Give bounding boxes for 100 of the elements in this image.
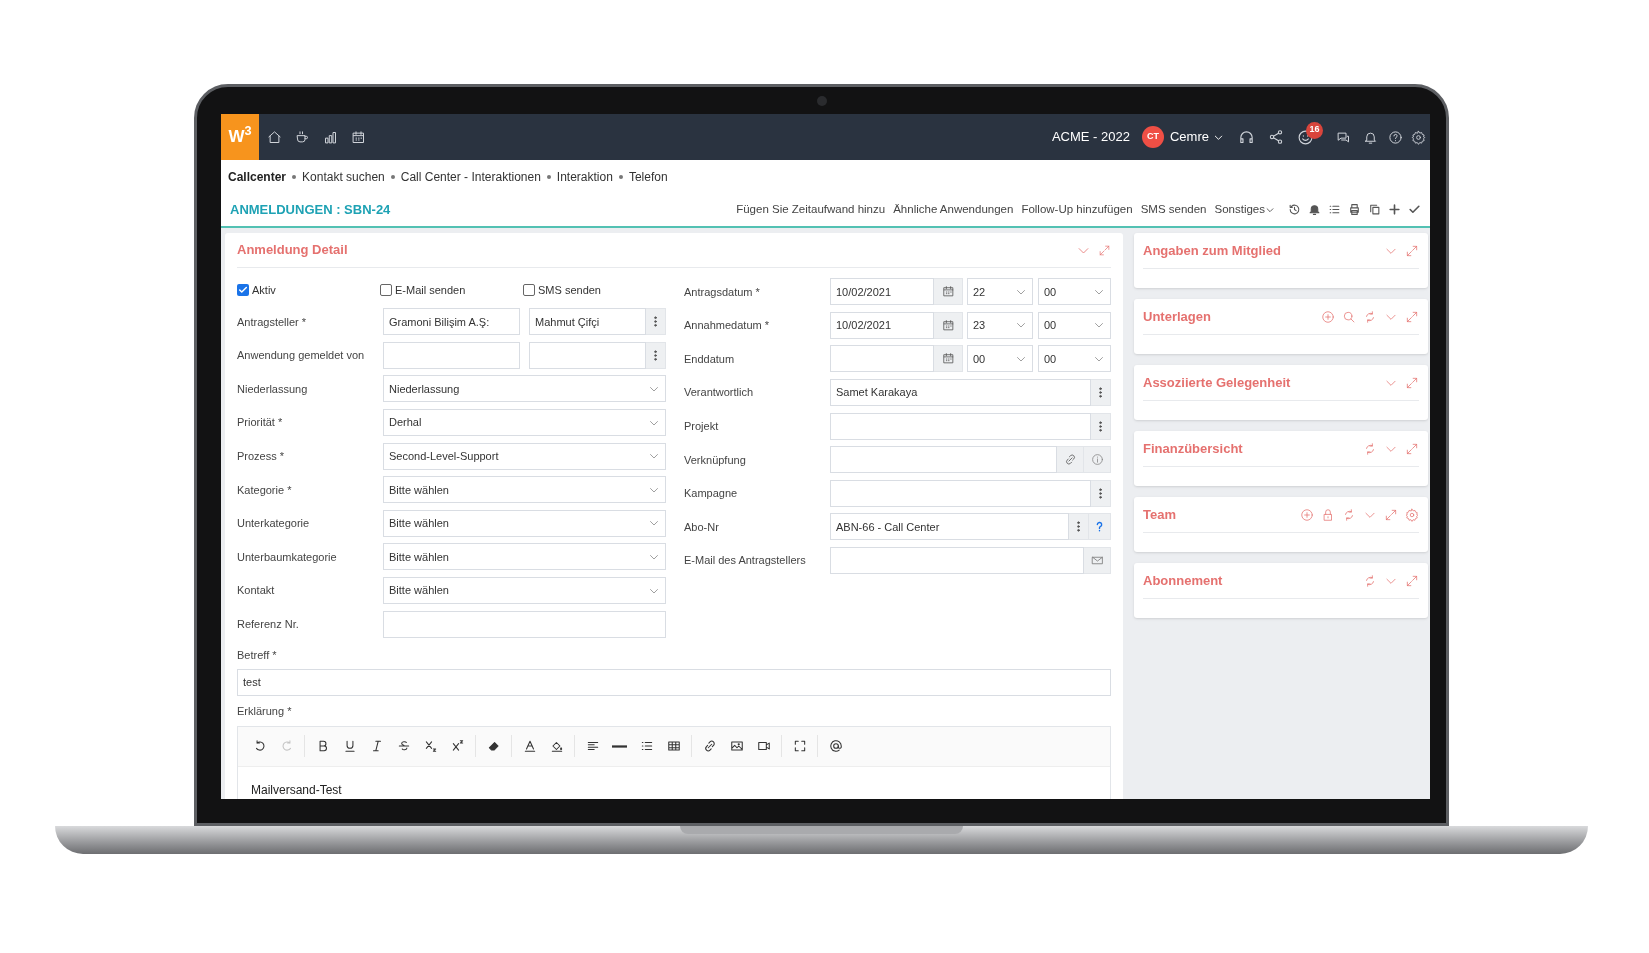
user-menu[interactable]: Cemre [1170,127,1224,147]
text-field[interactable] [383,610,666,638]
breadcrumb-link[interactable]: Callcenter [228,167,287,186]
more-button[interactable] [1091,379,1111,407]
text-field[interactable] [830,412,1091,440]
text-field[interactable] [529,341,646,369]
more-menu[interactable]: Sonstiges [1214,200,1275,219]
select-field[interactable]: 22 [967,278,1033,306]
breadcrumb-link[interactable]: Telefon [628,167,668,186]
link-button[interactable] [1057,446,1084,474]
select-field[interactable]: 00 [1038,278,1111,306]
expand-arrows-icon[interactable] [1405,309,1419,324]
calendar-button[interactable] [934,311,963,339]
text-field[interactable] [830,547,1084,575]
plus-icon[interactable] [1388,203,1401,216]
text-field[interactable]: Samet Karakaya [830,379,1091,407]
text-field[interactable]: Gramoni Bilişim A.Ş: [383,308,520,336]
field-label: Annahmedatum * [684,318,770,334]
expand-arrows-icon[interactable] [1098,243,1111,257]
select-field[interactable]: 00 [1038,311,1111,339]
select-field[interactable]: 00 [1038,345,1111,373]
text-field[interactable] [830,345,934,373]
print-icon[interactable] [1348,203,1361,216]
field-label: Unterkategorie [237,516,311,532]
history-icon[interactable] [1288,203,1301,216]
calendar-button[interactable] [934,345,963,373]
search-icon[interactable] [1342,309,1356,324]
select-field[interactable]: Derhal [383,409,666,437]
home-icon[interactable] [267,129,282,145]
lock-icon[interactable] [1321,507,1335,522]
more-button[interactable] [646,341,666,369]
action-link[interactable]: SMS senden [1140,200,1207,219]
mail-button[interactable] [1084,547,1111,575]
more-button[interactable] [1091,412,1111,440]
more-button[interactable] [646,308,666,336]
text-field[interactable]: ABN-66 - Call Center [830,513,1069,541]
refresh-icon[interactable] [1363,441,1377,456]
checkbox[interactable] [523,284,535,296]
chat-icon[interactable] [1336,129,1351,145]
field-label: Unterbaumkategorie [237,549,338,565]
bell-icon[interactable] [1363,129,1378,145]
info-button[interactable] [1084,446,1111,474]
expand-arrows-icon[interactable] [1405,243,1419,258]
text-field[interactable] [383,341,520,369]
select-field[interactable]: Bitte wählen [383,577,666,605]
link-icon [1063,453,1077,467]
text-field[interactable]: Mahmut Çifçi [529,308,646,336]
field-label: Niederlassung [237,381,309,397]
checkbox[interactable] [380,284,392,296]
expand-arrows-icon[interactable] [1405,441,1419,456]
field-label: Enddatum [684,351,736,367]
cup-icon[interactable] [295,129,310,145]
company-name: ACME - 2022 [1051,128,1130,147]
plus-circle-icon[interactable] [1321,309,1335,324]
select-field[interactable]: 23 [967,311,1033,339]
refresh-icon[interactable] [1342,507,1356,522]
bell-icon[interactable] [1308,203,1321,216]
expand-arrows-icon[interactable] [1384,507,1398,522]
check-icon[interactable] [1408,203,1421,216]
text-field[interactable]: 10/02/2021 [830,278,934,306]
select-field[interactable]: Bitte wählen [383,543,666,571]
more-button[interactable] [1091,479,1111,507]
page-title: ANMELDUNGEN : SBN-24 [230,200,391,219]
field-label: Kategorie * [237,482,293,498]
text-field[interactable] [830,446,1057,474]
help-button[interactable] [1089,513,1111,541]
list-icon[interactable] [1328,203,1341,216]
select-field[interactable]: 00 [967,345,1033,373]
expand-arrows-icon[interactable] [1405,573,1419,588]
copy-icon[interactable] [1368,203,1381,216]
gear-icon[interactable] [1405,507,1419,522]
expand-arrows-icon[interactable] [1405,375,1419,390]
action-link[interactable]: Ähnliche Anwendungen [893,200,1014,219]
checkbox[interactable] [237,284,249,296]
select-field[interactable]: Bitte wählen [383,476,666,504]
action-link[interactable]: Follow-Up hinzufügen [1021,200,1133,219]
refresh-icon[interactable] [1363,573,1377,588]
breadcrumb-link[interactable]: Kontakt suchen [302,167,385,186]
plus-circle-icon[interactable] [1300,507,1314,522]
text-field[interactable]: test [237,668,1111,696]
rich-text-editor[interactable]: Mailversand-Test [237,725,1111,799]
text-field[interactable] [830,479,1091,507]
select-field[interactable]: Niederlassung [383,375,666,403]
share-icon[interactable] [1268,129,1284,145]
bar-chart-icon[interactable] [323,129,338,145]
text-field[interactable]: 10/02/2021 [830,311,934,339]
select-field[interactable]: Bitte wählen [383,509,666,537]
headset-icon[interactable] [1238,128,1255,146]
settings-icon[interactable] [1411,129,1426,145]
action-link[interactable]: Fügen Sie Zeitaufwand hinzu [736,200,886,219]
field-label: Referenz Nr. [237,616,300,632]
breadcrumb-link[interactable]: Call Center - Interaktionen [400,167,541,186]
refresh-icon[interactable] [1363,309,1377,324]
more-button[interactable] [1069,513,1089,541]
calendar-icon[interactable] [351,129,366,145]
check-icon [238,285,248,295]
breadcrumb-link[interactable]: Interaktion [556,167,613,186]
help-icon[interactable] [1388,129,1403,145]
calendar-button[interactable] [934,278,963,306]
select-field[interactable]: Second-Level-Support [383,442,666,470]
